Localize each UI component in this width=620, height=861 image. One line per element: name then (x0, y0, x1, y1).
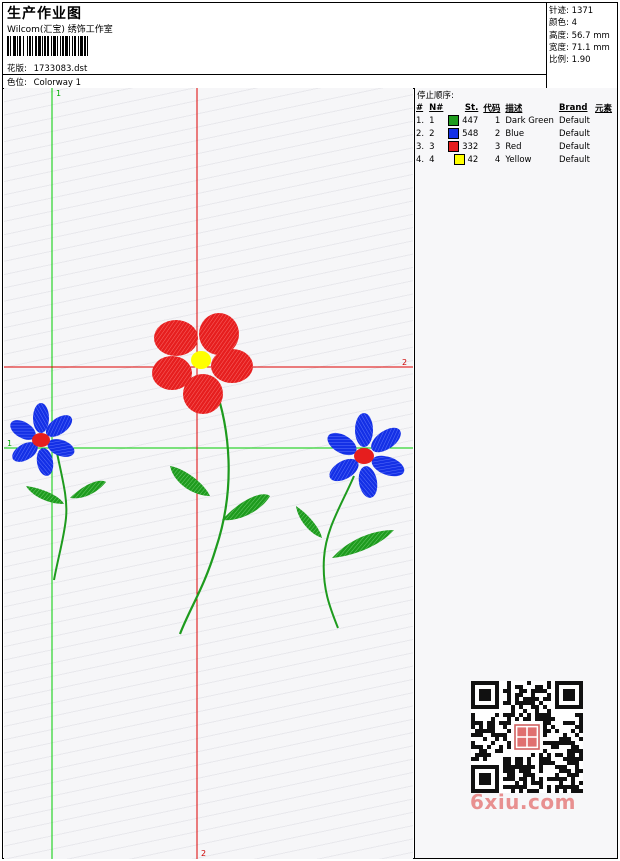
stat-width: 宽度: 71.1 mm (549, 42, 610, 53)
leaf-center-right (222, 494, 270, 521)
stem-left (53, 447, 68, 581)
design-preview[interactable]: 1 1 2 2 (4, 88, 413, 859)
color-sequence-table: # N# St. 代码 描述 Brand 元素 1. 1 447 1 Dark … (414, 101, 615, 166)
flower-center-eye (191, 351, 211, 369)
table-row[interactable]: 3. 3 332 3 Red Default (414, 140, 615, 153)
qr-code[interactable] (471, 681, 583, 793)
col-code: 代码 (483, 103, 501, 114)
page-title: 生产作业图 (7, 6, 82, 22)
flower-right-eye (354, 448, 374, 464)
table-row[interactable]: 4. 4 42 4 Yellow Default (414, 153, 615, 166)
qr-center-seal (514, 724, 540, 750)
guide-label-left-1: 1 (7, 439, 12, 448)
stat-colors: 颜色: 4 (549, 18, 577, 29)
stop-sequence-heading: 停止顺序: (417, 91, 454, 101)
petal-right-4 (358, 466, 378, 498)
flower-left-eye (32, 433, 50, 447)
site-watermark: 6xiu.com (470, 790, 576, 814)
flower-center (152, 313, 270, 635)
design-label: 花版: (7, 64, 27, 74)
stat-height: 高度: 56.7 mm (549, 30, 610, 41)
leaf-right-1 (296, 506, 322, 538)
table-row[interactable]: 1. 1 447 1 Dark Green Default (414, 114, 615, 127)
col-element: 元素 (595, 103, 613, 114)
design-file: 1733083.dst (33, 64, 88, 74)
color-swatch-yellow (453, 154, 465, 165)
col-description: 描述 (505, 103, 523, 114)
leaf-left-2 (70, 480, 106, 499)
color-swatch-blue (448, 128, 460, 139)
header-divider-vertical (546, 2, 547, 88)
petal-right-1 (355, 413, 373, 447)
color-swatch-dark-green (448, 115, 460, 126)
petal-center-topright (199, 313, 239, 355)
table-header-row: # N# St. 代码 描述 Brand 元素 (414, 101, 615, 114)
col-number: N# (429, 102, 444, 113)
header-divider-meta (2, 74, 546, 75)
flower-left (10, 403, 106, 581)
embroidery-drawing: 1 1 2 2 (4, 88, 413, 859)
leaf-center-left (170, 466, 210, 496)
guide-label-top-1: 1 (56, 89, 61, 98)
col-brand: Brand (558, 102, 588, 113)
color-swatch-red (448, 141, 460, 152)
guide-label-bottom-2: 2 (201, 849, 206, 858)
petal-center-left (152, 356, 192, 390)
studio-name: Wilcom(汇宝) 绣饰工作室 (7, 25, 113, 35)
barcode (7, 36, 88, 56)
col-stitches: St. (464, 102, 479, 113)
table-row[interactable]: 2. 2 548 2 Blue Default (414, 127, 615, 140)
guide-label-right-2: 2 (402, 358, 407, 367)
leaf-right-2 (332, 530, 394, 558)
stat-scale: 比例: 1.90 (549, 55, 591, 66)
design-stats: 针迹: 1371 颜色: 4 高度: 56.7 mm 宽度: 71.1 mm 比… (549, 5, 610, 66)
col-index: # (416, 102, 424, 113)
leaf-left-1 (26, 486, 64, 504)
petal-center-right (211, 349, 253, 383)
flower-right (296, 413, 405, 629)
stat-stitches: 针迹: 1371 (549, 6, 594, 16)
stem-center (178, 383, 230, 635)
colorway-label: 色位: (7, 78, 27, 88)
colorway-row: 色位: Colorway 1 (7, 76, 81, 88)
petal-center-top (154, 320, 198, 356)
colorway-value: Colorway 1 (33, 78, 82, 88)
design-file-row: 花版: 1733083.dst (7, 62, 87, 74)
